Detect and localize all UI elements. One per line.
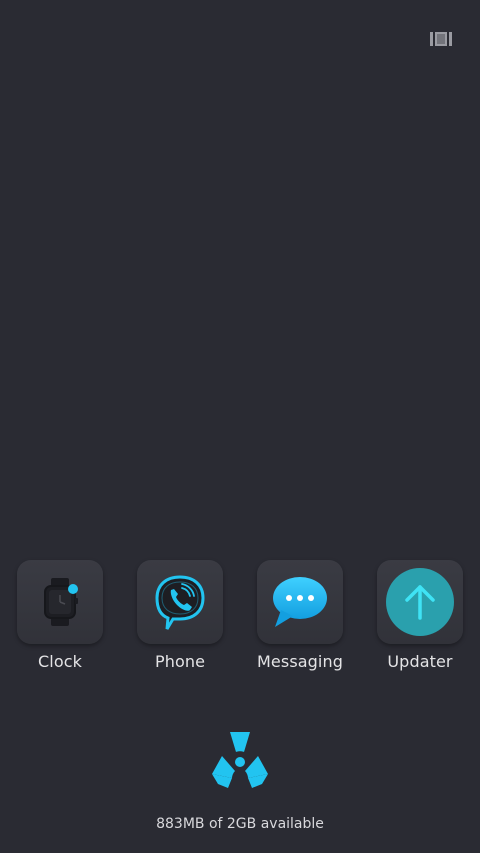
home-screen: Clock Phone Messaging Updater 883MB of 2…: [0, 0, 480, 853]
app-clock[interactable]: Clock: [10, 560, 110, 671]
app-messaging[interactable]: Messaging: [250, 560, 350, 671]
radiation-icon: [212, 732, 268, 788]
app-phone[interactable]: Phone: [130, 560, 230, 671]
app-label-phone: Phone: [154, 652, 206, 671]
clock-tile[interactable]: [17, 560, 103, 644]
arrow-up-icon: [386, 568, 454, 636]
smartwatch-icon: [44, 578, 78, 626]
memory-cleaner-button[interactable]: [208, 728, 272, 792]
panel-layout-icon: [430, 32, 452, 46]
phone-bubble-icon: [155, 575, 205, 630]
app-updater[interactable]: Updater: [370, 560, 470, 671]
recents-toggle-button[interactable]: [424, 28, 458, 50]
storage-available-text: 883MB of 2GB available: [156, 816, 324, 832]
app-label-messaging: Messaging: [257, 652, 343, 671]
phone-tile[interactable]: [137, 560, 223, 644]
app-label-updater: Updater: [387, 652, 453, 671]
app-dock: Clock Phone Messaging Updater: [0, 560, 480, 680]
messaging-tile[interactable]: [257, 560, 343, 644]
updater-tile[interactable]: [377, 560, 463, 644]
app-label-clock: Clock: [38, 652, 82, 671]
chat-bubble-icon: [273, 577, 327, 627]
